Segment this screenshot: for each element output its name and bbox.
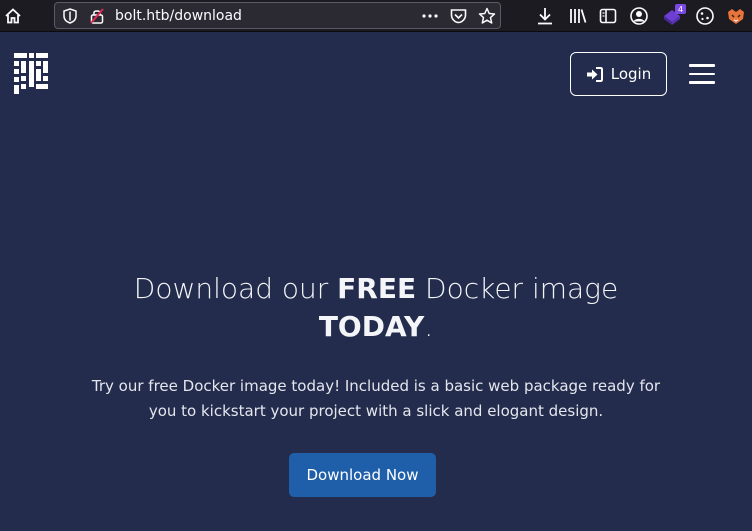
cookie-extension-icon[interactable]	[695, 6, 715, 26]
library-icon[interactable]	[568, 6, 588, 26]
hero-title-free: FREE	[337, 272, 417, 305]
menu-bar	[689, 64, 715, 67]
login-button[interactable]: Login	[570, 52, 667, 96]
hamburger-menu-button[interactable]	[689, 64, 715, 84]
menu-bar	[689, 72, 715, 75]
login-label: Login	[610, 65, 652, 83]
extension-badge-count: 4	[678, 5, 683, 14]
insecure-lock-icon[interactable]	[90, 8, 104, 24]
address-bar[interactable]: bolt.htb/download	[54, 2, 501, 29]
hero-title-period: .	[424, 310, 434, 343]
home-icon[interactable]	[4, 7, 22, 25]
extension-icon[interactable]: 4	[662, 4, 686, 26]
download-now-button[interactable]: Download Now	[289, 453, 436, 497]
hero-section: Download our FREE Docker image TODAY. Tr…	[0, 270, 752, 424]
fox-extension-icon[interactable]	[726, 6, 746, 26]
hero-description: Try our free Docker image today! Include…	[91, 377, 661, 420]
hero-title-text: Docker image	[416, 272, 619, 305]
pocket-icon[interactable]	[450, 8, 467, 24]
tracking-shield-icon[interactable]	[63, 8, 77, 24]
menu-bar	[689, 81, 715, 84]
url-text[interactable]: bolt.htb/download	[115, 8, 242, 24]
sidebar-icon[interactable]	[598, 6, 618, 26]
site-header: Login	[0, 33, 752, 113]
browser-toolbar: bolt.htb/download 4	[0, 0, 752, 32]
hero-title-today: TODAY	[318, 310, 425, 343]
page-actions-more-icon[interactable]	[421, 7, 439, 25]
bookmark-star-icon[interactable]	[478, 7, 496, 25]
hero-title: Download our FREE Docker image TODAY.	[0, 270, 752, 346]
downloads-icon[interactable]	[535, 6, 555, 26]
hero-title-text: Download our	[133, 272, 338, 305]
sign-in-icon	[586, 66, 603, 82]
bolt-logo[interactable]	[14, 53, 48, 94]
account-icon[interactable]	[629, 6, 649, 26]
